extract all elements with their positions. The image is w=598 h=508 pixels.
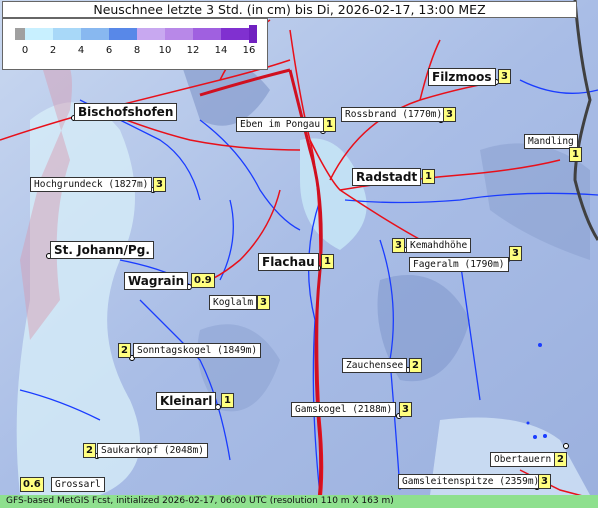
value-zauchensee: 2: [409, 358, 422, 373]
legend-tick: 12: [186, 45, 200, 56]
map-title: Neuschnee letzte 3 Std. (in cm) bis Di, …: [2, 1, 577, 18]
legend-tick: 2: [49, 45, 57, 56]
value-hochgrundeck: 3: [153, 177, 166, 192]
label-fageralm: Fageralm (1790m): [409, 257, 509, 272]
legend-swatch-3: [81, 28, 109, 40]
lake-2: [533, 435, 537, 439]
legend-tick: 4: [77, 45, 85, 56]
label-sonntagskogel: Sonntagskogel (1849m): [133, 343, 262, 358]
legend-tick: 8: [133, 45, 141, 56]
value-flachau: 1: [321, 254, 334, 269]
legend-swatch-max: [249, 25, 257, 43]
legend-swatch-4: [109, 28, 137, 40]
marker-dot: [563, 443, 569, 449]
label-gamsleitenspitze: Gamsleitenspitze (2359m): [398, 474, 544, 489]
value-sonntagskogel: 2: [118, 343, 131, 358]
label-filzmoos: Filzmoos: [428, 68, 496, 86]
legend-tick: 16: [242, 45, 256, 56]
label-bischofshofen: Bischofshofen: [74, 103, 178, 121]
label-hochgrundeck: Hochgrundeck (1827m): [30, 177, 153, 192]
label-kemahdhoehe: Kemahdhöhe: [406, 238, 472, 253]
value-grossarl: 0.6: [20, 477, 44, 492]
legend-swatch-1: [25, 28, 53, 40]
legend-swatch-0: [15, 28, 25, 40]
color-legend: 0 2 4 6 8 10 12 14 16: [2, 18, 268, 70]
value-kemahdhoehe: 3: [392, 238, 405, 253]
value-koglalm: 3: [257, 295, 270, 310]
value-filzmoos: 3: [498, 69, 511, 84]
lake-1: [538, 343, 542, 347]
value-kleinarl: 1: [221, 393, 234, 408]
legend-swatch-5: [137, 28, 165, 40]
snowfall-map: Neuschnee letzte 3 Std. (in cm) bis Di, …: [0, 0, 598, 508]
value-eben-im-pongau: 1: [323, 117, 336, 132]
legend-swatch-6: [165, 28, 193, 40]
label-st-johann: St. Johann/Pg.: [50, 241, 154, 259]
value-rossbrand: 3: [443, 107, 456, 122]
value-saukarkopf: 2: [83, 443, 96, 458]
label-rossbrand: Rossbrand (1770m): [341, 107, 447, 122]
label-eben-im-pongau: Eben im Pongau: [236, 117, 325, 132]
legend-tick: 0: [21, 45, 29, 56]
label-koglalm: Koglalm: [209, 295, 258, 310]
legend-tick: 14: [214, 45, 228, 56]
label-flachau: Flachau: [258, 253, 319, 271]
label-grossarl: Grossarl: [51, 477, 105, 492]
value-wagrain: 0.9: [191, 273, 215, 288]
lake-4: [526, 421, 530, 425]
label-gamskogel: Gamskogel (2188m): [291, 402, 397, 417]
label-kleinarl: Kleinarl: [156, 392, 217, 410]
label-wagrain: Wagrain: [124, 272, 189, 290]
legend-swatch-8: [221, 28, 249, 40]
value-obertauern: 2: [554, 452, 567, 467]
legend-tick: 10: [158, 45, 172, 56]
label-radstadt: Radstadt: [352, 168, 422, 186]
value-mandling: 1: [569, 147, 582, 162]
legend-swatch-2: [53, 28, 81, 40]
lake-3: [543, 434, 547, 438]
legend-tick: 6: [105, 45, 113, 56]
value-radstadt: 1: [422, 169, 435, 184]
value-fageralm: 3: [509, 246, 522, 261]
value-gamsleitenspitze: 3: [538, 474, 551, 489]
forecast-info-footer: GFS-based MetGIS Fcst, initialized 2026-…: [0, 495, 598, 508]
legend-swatch-7: [193, 28, 221, 40]
label-saukarkopf: Saukarkopf (2048m): [97, 443, 208, 458]
label-zauchensee: Zauchensee: [342, 358, 408, 373]
label-obertauern: Obertauern: [490, 452, 556, 467]
value-gamskogel: 3: [399, 402, 412, 417]
